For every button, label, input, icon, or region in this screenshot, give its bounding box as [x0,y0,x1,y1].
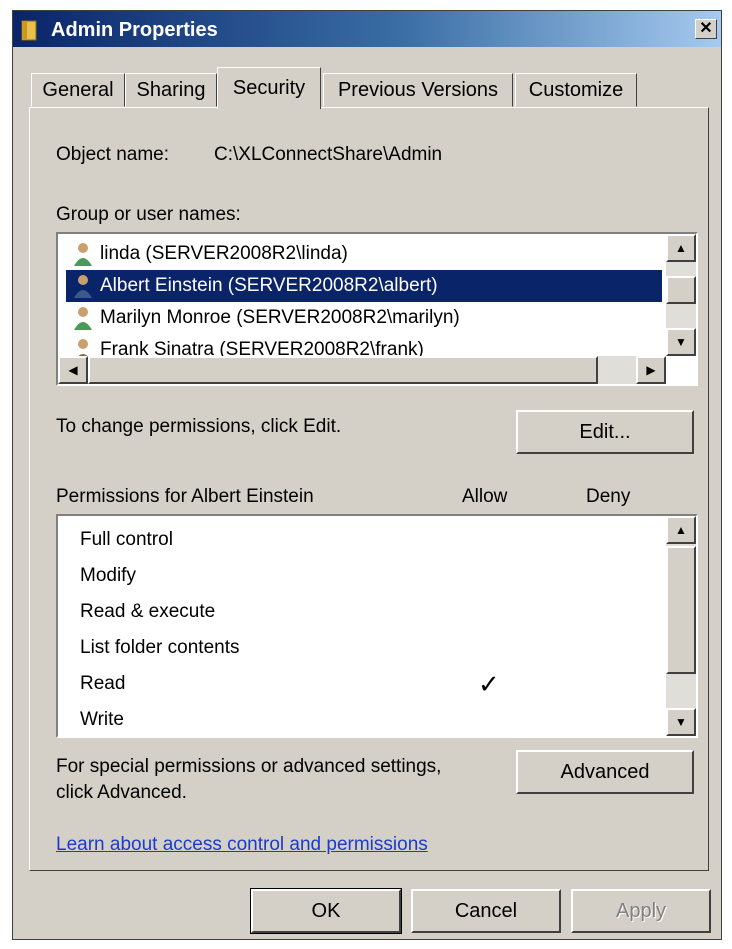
object-name-label: Object name: [56,144,169,165]
perm-read-execute: Read & execute [80,601,216,622]
scroll-right-arrow-icon[interactable]: ▶ [636,356,666,384]
user-list[interactable]: linda (SERVER2008R2\linda) Albert Einste… [56,232,698,386]
perm-modify: Modify [80,565,136,586]
scroll-thumb[interactable] [666,276,696,304]
properties-dialog: Admin Properties ✕ General Sharing Secur… [12,10,722,940]
change-permissions-text: To change permissions, click Edit. [56,416,342,437]
title-bar[interactable]: Admin Properties ✕ [13,11,721,47]
special-permissions-text-1: For special permissions or advanced sett… [56,756,442,777]
user-icon [74,243,92,266]
close-button[interactable]: ✕ [695,19,717,39]
user-icon [74,275,92,298]
perm-list-folder: List folder contents [80,637,240,658]
apply-button[interactable]: Apply [571,889,711,933]
scroll-thumb[interactable] [666,546,696,674]
hscroll-thumb[interactable] [88,356,598,384]
user-label: Albert Einstein (SERVER2008R2\albert) [100,275,438,296]
user-list-vscrollbar[interactable]: ▲ ▼ [666,234,696,356]
special-permissions-text-2: click Advanced. [56,782,187,803]
ok-button[interactable]: OK [250,888,402,934]
perm-read: Read [80,673,126,694]
apply-label: Apply [615,900,667,922]
tab-previous-versions[interactable]: Previous Versions [323,73,513,107]
scroll-down-arrow-icon[interactable]: ▼ [666,708,696,736]
tab-sharing[interactable]: Sharing [125,73,217,107]
allow-read-check-icon: ✓ [478,669,500,699]
window-title: Admin Properties [51,19,218,41]
user-list-hscrollbar[interactable]: ◀ ▶ [58,356,666,384]
perm-write: Write [80,709,124,730]
user-row-linda[interactable]: linda (SERVER2008R2\linda) [66,238,662,270]
allow-header: Allow [462,486,508,507]
scroll-down-arrow-icon[interactable]: ▼ [666,328,696,356]
security-panel: Object name: C:\XLConnectShare\Admin Gro… [29,107,709,871]
user-label: Marilyn Monroe (SERVER2008R2\marilyn) [100,307,460,328]
tab-security[interactable]: Security [217,67,321,109]
permissions-list[interactable]: Full control Modify Read & execute List … [56,514,698,738]
advanced-button[interactable]: Advanced [516,750,694,794]
scroll-up-arrow-icon[interactable]: ▲ [666,234,696,262]
deny-header: Deny [586,486,631,507]
object-name-value: C:\XLConnectShare\Admin [214,144,443,165]
edit-button[interactable]: Edit... [516,410,694,454]
perm-full-control: Full control [80,529,173,550]
user-row-albert[interactable]: Albert Einstein (SERVER2008R2\albert) [66,270,662,302]
user-icon [74,307,92,330]
scroll-up-arrow-icon[interactable]: ▲ [666,516,696,544]
tab-general[interactable]: General [31,73,125,107]
user-label: linda (SERVER2008R2\linda) [100,243,348,264]
tab-customize[interactable]: Customize [515,73,637,107]
learn-access-control-link[interactable]: Learn about access control and permissio… [56,834,428,856]
scroll-left-arrow-icon[interactable]: ◀ [58,356,88,384]
permissions-for-label: Permissions for Albert Einstein [56,486,314,507]
group-names-label: Group or user names: [56,204,241,225]
user-row-marilyn[interactable]: Marilyn Monroe (SERVER2008R2\marilyn) [66,302,662,334]
cancel-button[interactable]: Cancel [411,889,561,933]
folder-icon [21,20,37,41]
permissions-vscrollbar[interactable]: ▲ ▼ [666,516,696,736]
